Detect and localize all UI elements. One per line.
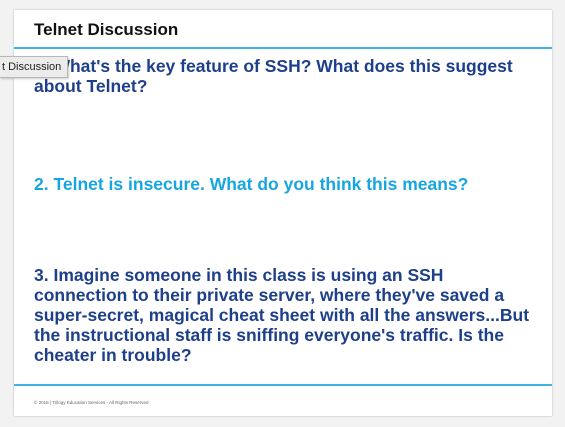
title-divider [14, 47, 552, 49]
footer-divider [14, 384, 552, 386]
copyright-footer: © 2018 | Trilogy Education Services - Al… [34, 400, 149, 405]
question-1: 1. What's the key feature of SSH? What d… [34, 56, 513, 96]
slide-title: Telnet Discussion [34, 20, 179, 39]
question-3: 3. Imagine someone in this class is usin… [34, 265, 530, 365]
slide-title-tooltip: t Discussion [0, 56, 69, 78]
question-2: 2. Telnet is insecure. What do you think… [34, 174, 469, 194]
slide-panel: Telnet Discussion 1. What's the key feat… [14, 10, 552, 416]
